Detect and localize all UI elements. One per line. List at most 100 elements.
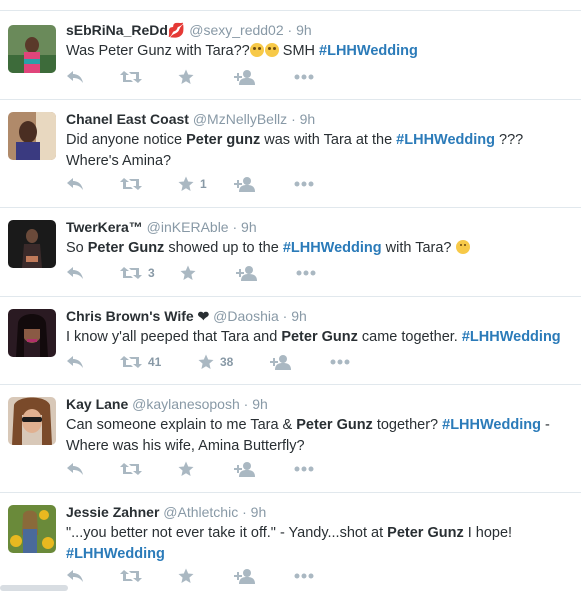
favorite-button[interactable]: 1	[178, 176, 234, 192]
tweet-header: Chanel East Coast @MzNellyBellz · 9h	[66, 111, 316, 127]
tweet-actions	[66, 67, 314, 87]
follow-button[interactable]	[234, 69, 294, 85]
retweet-button[interactable]	[120, 569, 178, 583]
confused-face-emoji	[455, 240, 470, 254]
user-handle[interactable]: @inKERAble	[147, 219, 229, 235]
more-dots-icon	[294, 74, 314, 80]
retweet-button[interactable]	[120, 177, 178, 191]
favorite-button[interactable]: 38	[198, 354, 270, 370]
tweet-header: Chris Brown's Wife ❤ @Daoshia · 9h	[66, 308, 307, 324]
tweet[interactable]: Chanel East Coast @MzNellyBellz · 9h Did…	[0, 99, 581, 206]
user-handle[interactable]: @Athletchic	[163, 504, 238, 520]
retweet-button[interactable]: 41	[120, 355, 198, 369]
user-handle[interactable]: @Daoshia	[213, 308, 279, 324]
avatar[interactable]	[8, 397, 56, 445]
tweet-timestamp[interactable]: 9h	[252, 396, 268, 412]
tweet[interactable]: Chris Brown's Wife ❤ @Daoshia · 9h I kno…	[0, 296, 581, 383]
more-options-button[interactable]	[294, 181, 314, 187]
hashtag-link[interactable]: #LHHWedding	[66, 546, 165, 562]
flushed-face-emoji	[264, 43, 279, 57]
user-handle[interactable]: @sexy_redd02	[189, 22, 283, 38]
reply-button[interactable]	[66, 70, 120, 84]
tweet-text: I know y'all peeped that Tara and Peter …	[66, 329, 561, 345]
more-dots-icon	[294, 181, 314, 187]
favorite-button[interactable]	[178, 69, 234, 85]
more-options-button[interactable]	[294, 573, 314, 579]
hashtag-link[interactable]: #LHHWedding	[319, 43, 418, 59]
add-user-icon	[234, 70, 255, 85]
retweet-icon	[120, 570, 142, 582]
user-fullname[interactable]: Chanel East Coast	[66, 111, 189, 127]
more-options-button[interactable]	[294, 74, 314, 80]
user-fullname[interactable]: Chris Brown's Wife ❤	[66, 308, 209, 324]
user-fullname[interactable]: Kay Lane	[66, 396, 128, 412]
tweet-actions: 41 38	[66, 352, 350, 372]
tweet-text: Did anyone notice Peter gunz was with Ta…	[66, 132, 524, 169]
tweet-timestamp[interactable]: 9h	[241, 219, 257, 235]
retweet-icon	[120, 178, 142, 190]
tweet-text: Was Peter Gunz with Tara?? SMH #LHHWeddi…	[66, 43, 418, 59]
follow-button[interactable]	[234, 568, 294, 584]
tweet-actions: 1	[66, 174, 314, 194]
follow-button[interactable]	[234, 176, 294, 192]
more-options-button[interactable]	[294, 466, 314, 472]
follow-button[interactable]	[270, 354, 330, 370]
retweet-button[interactable]	[120, 70, 178, 84]
reply-button[interactable]	[66, 177, 120, 191]
tweet[interactable]: Jessie Zahner @Athletchic · 9h "...you b…	[0, 492, 581, 591]
star-icon	[178, 568, 194, 583]
tweet-text: "...you better not ever take it off." - …	[66, 525, 513, 562]
hashtag-link[interactable]: #LHHWedding	[283, 240, 382, 256]
star-icon	[178, 176, 194, 191]
reply-icon	[67, 570, 83, 582]
avatar[interactable]	[8, 25, 56, 73]
reply-button[interactable]	[66, 569, 120, 583]
add-user-icon	[234, 569, 255, 584]
hashtag-link[interactable]: #LHHWedding	[462, 329, 561, 345]
retweet-button[interactable]: 3	[120, 266, 180, 280]
more-dots-icon	[296, 270, 316, 276]
tweet[interactable]: Kay Lane @kaylanesoposh · 9h Can someone…	[0, 384, 581, 491]
tweet-timestamp[interactable]: 9h	[251, 504, 267, 520]
reply-icon	[67, 463, 83, 475]
user-handle[interactable]: @kaylanesoposh	[132, 396, 240, 412]
favorite-button[interactable]	[178, 568, 234, 584]
star-icon	[180, 265, 196, 280]
user-handle[interactable]: @MzNellyBellz	[193, 111, 287, 127]
follow-button[interactable]	[234, 461, 294, 477]
tweet[interactable]: TwerKera™ @inKERAble · 9h So Peter Gunz …	[0, 207, 581, 295]
favorite-button[interactable]	[178, 461, 234, 477]
reply-button[interactable]	[66, 355, 120, 369]
user-fullname[interactable]: Jessie Zahner	[66, 504, 159, 520]
reply-button[interactable]	[66, 462, 120, 476]
star-icon	[178, 461, 194, 476]
tweet-timestamp[interactable]: 9h	[296, 22, 312, 38]
flushed-face-emoji	[249, 43, 264, 57]
follow-button[interactable]	[236, 265, 296, 281]
tweet-timestamp[interactable]: 9h	[300, 111, 316, 127]
avatar[interactable]	[8, 505, 56, 553]
more-dots-icon	[294, 466, 314, 472]
more-options-button[interactable]	[296, 270, 316, 276]
avatar[interactable]	[8, 309, 56, 357]
more-dots-icon	[294, 573, 314, 579]
user-fullname[interactable]: TwerKera™	[66, 219, 143, 235]
retweet-icon	[120, 267, 142, 279]
horizontal-scrollbar[interactable]	[0, 585, 68, 591]
avatar[interactable]	[8, 220, 56, 268]
hashtag-link[interactable]: #LHHWedding	[396, 132, 495, 148]
hashtag-link[interactable]: #LHHWedding	[442, 417, 541, 433]
reply-button[interactable]	[66, 266, 120, 280]
tweet-timestamp[interactable]: 9h	[291, 308, 307, 324]
more-options-button[interactable]	[330, 359, 350, 365]
tweet-text: Can someone explain to me Tara & Peter G…	[66, 417, 550, 454]
retweet-icon	[120, 463, 142, 475]
tweet-actions: 3	[66, 263, 316, 283]
user-fullname[interactable]: sEbRiNa_ReDd💋	[66, 22, 185, 38]
avatar[interactable]	[8, 112, 56, 160]
add-user-icon	[234, 462, 255, 477]
tweet[interactable]: sEbRiNa_ReDd💋 @sexy_redd02 · 9h Was Pete…	[0, 10, 581, 98]
reply-icon	[67, 178, 83, 190]
favorite-button[interactable]	[180, 265, 236, 281]
retweet-button[interactable]	[120, 462, 178, 476]
